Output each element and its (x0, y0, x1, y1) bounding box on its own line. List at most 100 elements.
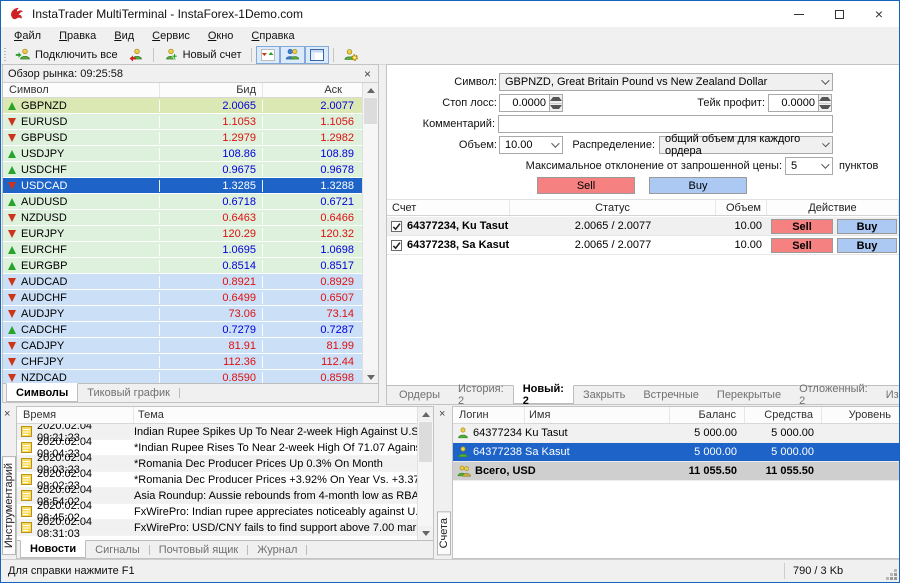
take-profit-input[interactable] (769, 95, 818, 111)
market-watch-row[interactable]: NZDUSD0.64630.6466 (3, 210, 363, 226)
scroll-down-icon[interactable] (363, 370, 378, 384)
tab-journal[interactable]: Журнал (248, 541, 306, 558)
news-row[interactable]: 2020.02.04 08:31:03FxWirePro: USD/CNY fa… (17, 520, 420, 536)
col-name[interactable]: Имя (525, 407, 670, 423)
menu-view[interactable]: Вид (105, 28, 143, 44)
tab-orders[interactable]: Ордеры (390, 386, 449, 404)
accounts-toggle[interactable] (280, 46, 305, 64)
buy-button[interactable]: Buy (649, 177, 747, 194)
menu-service[interactable]: Сервис (143, 28, 199, 44)
menu-window[interactable]: Окно (199, 28, 243, 44)
tab-mailbox[interactable]: Почтовый ящик (150, 541, 247, 558)
vertical-splitter[interactable] (379, 64, 386, 405)
tab-tick-chart[interactable]: Тиковый график (78, 384, 179, 402)
toolbox-vertical-tab[interactable]: Инструментарий (2, 456, 16, 555)
col-subject[interactable]: Тема (134, 407, 420, 423)
resize-grip[interactable] (894, 577, 897, 580)
market-watch-close-icon[interactable]: × (362, 68, 373, 80)
checkbox-checked-icon[interactable] (391, 240, 402, 251)
toolbox-toggle[interactable] (305, 46, 329, 64)
scroll-thumb[interactable] (419, 422, 432, 462)
menu-edit[interactable]: Правка (50, 28, 105, 44)
scroll-down-icon[interactable] (418, 526, 433, 540)
col-account[interactable]: Счет (387, 200, 510, 215)
col-action[interactable]: Действие (767, 200, 899, 215)
distribution-select[interactable]: общий объем для каждого ордера (659, 136, 833, 154)
row-sell-button[interactable]: Sell (771, 238, 833, 253)
market-watch-row[interactable]: GBPUSD1.29791.2982 (3, 130, 363, 146)
volume-select[interactable]: 10.00 (499, 136, 563, 154)
tab-signals[interactable]: Сигналы (86, 541, 149, 558)
tab-symbols[interactable]: Символы (6, 383, 78, 402)
market-watch-row[interactable]: AUDUSD0.67180.6721 (3, 194, 363, 210)
scroll-up-icon[interactable] (418, 407, 433, 421)
menu-file[interactable]: Файл (5, 28, 50, 44)
order-account-row[interactable]: 64377234, Ku Tasut 2.0065 / 2.0077 10.00… (387, 217, 899, 236)
comment-input[interactable] (498, 115, 833, 133)
connect-all-button[interactable]: Подключить все (10, 46, 123, 64)
sell-button[interactable]: Sell (537, 177, 635, 194)
market-watch-row[interactable]: USDCHF0.96750.9678 (3, 162, 363, 178)
maximize-button[interactable] (819, 1, 859, 27)
close-button[interactable]: × (859, 1, 899, 27)
order-account-row[interactable]: 64377238, Sa Kasut 2.0065 / 2.0077 10.00… (387, 236, 899, 255)
market-watch-row[interactable]: EURJPY120.29120.32 (3, 226, 363, 242)
col-balance[interactable]: Баланс (670, 407, 745, 423)
tab-modify[interactable]: Изменить (877, 386, 900, 404)
account-settings-button[interactable] (338, 46, 364, 64)
market-watch-row[interactable]: GBPNZD2.00652.0077 (3, 98, 363, 114)
tab-overlapped[interactable]: Перекрытые (708, 386, 790, 404)
stop-loss-input[interactable] (500, 95, 549, 111)
stop-loss-stepper[interactable] (499, 94, 563, 112)
market-watch-row[interactable]: EURUSD1.10531.1056 (3, 114, 363, 130)
row-sell-button[interactable]: Sell (771, 219, 833, 234)
deviation-select[interactable]: 5 (785, 157, 833, 175)
scroll-thumb[interactable] (364, 98, 377, 124)
minimize-button[interactable] (779, 1, 819, 27)
accounts-close-icon[interactable]: × (439, 409, 445, 420)
market-watch-row[interactable]: AUDJPY73.0673.14 (3, 306, 363, 322)
tab-close[interactable]: Закрыть (574, 386, 634, 404)
market-watch-row[interactable]: CADCHF0.72790.7287 (3, 322, 363, 338)
col-login[interactable]: Логин (453, 407, 525, 423)
col-bid[interactable]: Бид (160, 83, 263, 97)
spin-up-icon[interactable] (550, 95, 562, 103)
take-profit-stepper[interactable] (768, 94, 832, 112)
market-watch-row[interactable]: EURCHF1.06951.0698 (3, 242, 363, 258)
menu-help[interactable]: Справка (242, 28, 303, 44)
col-level[interactable]: Уровень (822, 407, 899, 423)
col-status[interactable]: Статус (510, 200, 716, 215)
checkbox-checked-icon[interactable] (391, 221, 402, 232)
toolbar-grip[interactable] (4, 48, 6, 62)
col-equity[interactable]: Средства (745, 407, 822, 423)
news-scrollbar[interactable] (417, 407, 433, 540)
col-symbol[interactable]: Символ (3, 83, 160, 97)
new-account-button[interactable]: Новый счет (158, 46, 247, 64)
col-ask[interactable]: Аск (263, 83, 363, 97)
col-time[interactable]: Время (17, 407, 134, 423)
tab-pending[interactable]: Отложенный: 2 (790, 386, 877, 404)
market-watch-scrollbar[interactable] (362, 83, 378, 384)
toolbox-close-icon[interactable]: × (4, 409, 10, 420)
tab-new[interactable]: Новый: 2 (513, 385, 574, 404)
market-watch-row[interactable]: USDJPY108.86108.89 (3, 146, 363, 162)
row-buy-button[interactable]: Buy (837, 219, 897, 234)
market-watch-row[interactable]: AUDCAD0.89210.8929 (3, 274, 363, 290)
tab-history[interactable]: История: 2 (449, 386, 513, 404)
spin-down-icon[interactable] (819, 103, 831, 112)
tab-counter[interactable]: Встречные (634, 386, 708, 404)
market-watch-toggle[interactable] (256, 46, 280, 64)
market-watch-row[interactable]: AUDCHF0.64990.6507 (3, 290, 363, 306)
spin-up-icon[interactable] (819, 95, 831, 103)
scroll-up-icon[interactable] (363, 83, 378, 97)
market-watch-row[interactable]: EURGBP0.85140.8517 (3, 258, 363, 274)
account-row[interactable]: 64377234 Ku Tasut 5 000.00 5 000.00 (453, 424, 899, 443)
market-watch-row[interactable]: CADJPY81.9181.99 (3, 338, 363, 354)
spin-down-icon[interactable] (550, 103, 562, 112)
tab-news[interactable]: Новости (20, 540, 86, 558)
symbol-select[interactable]: GBPNZD, Great Britain Pound vs New Zeala… (499, 73, 833, 91)
accounts-vertical-tab[interactable]: Счета (437, 511, 451, 555)
disconnect-all-button[interactable] (123, 46, 149, 64)
row-buy-button[interactable]: Buy (837, 238, 897, 253)
market-watch-row[interactable]: CHFJPY112.36112.44 (3, 354, 363, 370)
